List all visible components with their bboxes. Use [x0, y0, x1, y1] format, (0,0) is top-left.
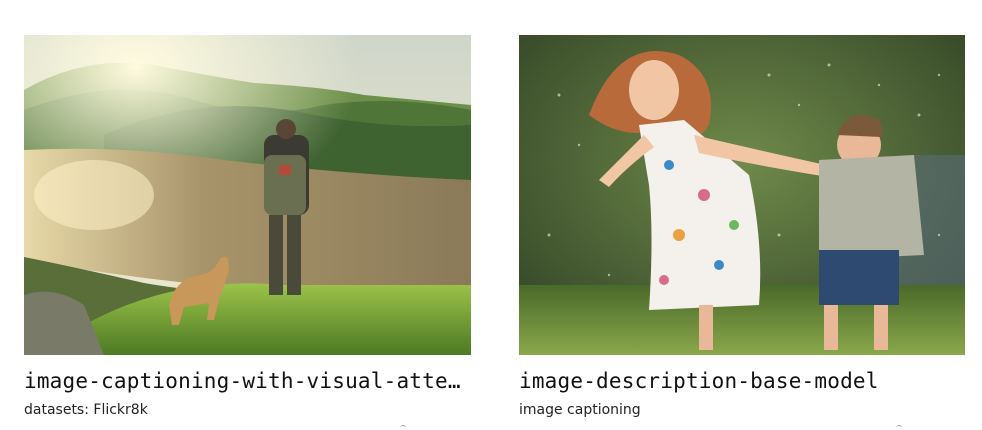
partial-icon — [896, 425, 902, 430]
model-thumbnail-image[interactable] — [519, 35, 965, 355]
model-thumbnail-image[interactable] — [24, 35, 471, 355]
model-title[interactable]: image-captioning-with-visual-attent… — [24, 368, 471, 394]
children-sprinkler-illustration — [519, 35, 965, 355]
model-card[interactable]: image-description-base-model image capti… — [519, 35, 965, 419]
partial-icon — [400, 425, 406, 430]
model-title[interactable]: image-description-base-model — [519, 368, 965, 394]
hiker-lake-illustration — [24, 35, 471, 355]
model-dataset-label: datasets: Flickr8k — [24, 402, 148, 418]
model-card[interactable]: image-captioning-with-visual-attent… dat… — [24, 35, 471, 419]
model-task-label: image captioning — [519, 402, 641, 418]
